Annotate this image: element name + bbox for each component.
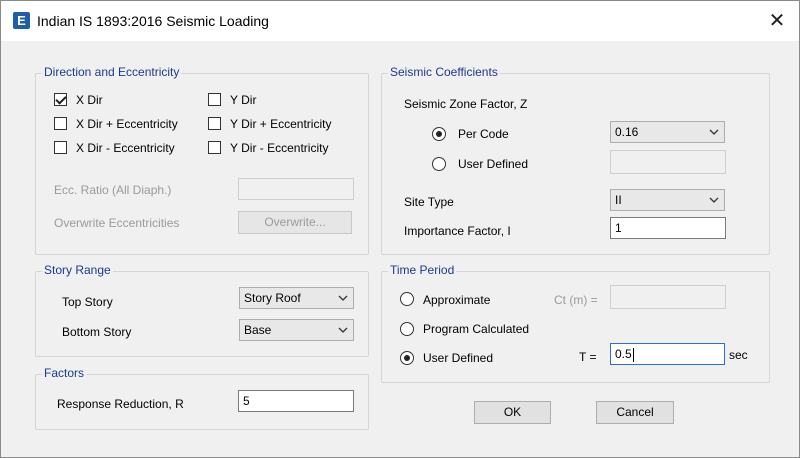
response-reduction-label: Response Reduction, R — [57, 397, 184, 411]
text-caret — [632, 347, 634, 362]
chevron-down-icon — [709, 197, 719, 203]
t-value: 0.5 — [615, 347, 632, 361]
bottom-story-value: Base — [244, 323, 272, 337]
seismic-coefficients-legend: Seismic Coefficients — [388, 65, 500, 79]
x-dir-minus-ecc-label: X Dir - Eccentricity — [76, 141, 175, 155]
user-defined-zone-radio[interactable] — [432, 157, 446, 171]
x-dir-checkbox[interactable] — [54, 93, 67, 106]
close-icon[interactable]: ✕ — [763, 7, 791, 35]
user-defined-period-radio[interactable] — [400, 351, 414, 365]
direction-eccentricity-legend: Direction and Eccentricity — [42, 65, 182, 79]
ok-button[interactable]: OK — [474, 401, 551, 424]
per-code-label: Per Code — [458, 127, 509, 141]
zone-factor-select[interactable]: 0.16 — [610, 121, 725, 143]
overwrite-eccentricities-label: Overwrite Eccentricities — [54, 216, 180, 230]
cancel-button[interactable]: Cancel — [596, 401, 674, 424]
chevron-down-icon — [709, 129, 719, 135]
program-calculated-label: Program Calculated — [423, 322, 530, 336]
x-dir-label: X Dir — [76, 93, 103, 107]
seismic-zone-factor-label: Seismic Zone Factor, Z — [404, 97, 528, 111]
user-defined-period-label: User Defined — [423, 351, 494, 365]
dialog-window: E Indian IS 1893:2016 Seismic Loading ✕ … — [0, 0, 800, 458]
t-input[interactable]: 0.5 — [610, 343, 725, 365]
x-dir-minus-ecc-checkbox[interactable] — [54, 141, 67, 154]
sec-unit-label: sec — [729, 348, 748, 362]
y-dir-minus-ecc-checkbox[interactable] — [208, 141, 221, 154]
bottom-story-select[interactable]: Base — [239, 319, 354, 341]
program-calculated-radio[interactable] — [400, 322, 414, 336]
bottom-story-label: Bottom Story — [62, 325, 132, 339]
site-type-value: II — [615, 193, 622, 207]
response-reduction-input[interactable]: 5 — [238, 390, 354, 412]
factors-legend: Factors — [42, 366, 87, 380]
chevron-down-icon — [338, 327, 348, 333]
factors-group: Factors Response Reduction, R 5 — [35, 366, 369, 430]
per-code-radio[interactable] — [432, 127, 446, 141]
ct-input[interactable] — [610, 285, 726, 309]
t-label: T = — [579, 350, 597, 364]
time-period-group: Time Period Approximate Ct (m) = Program… — [381, 263, 770, 383]
approximate-label: Approximate — [423, 293, 491, 307]
x-dir-plus-ecc-label: X Dir + Eccentricity — [76, 117, 178, 131]
approximate-radio[interactable] — [400, 292, 414, 306]
y-dir-checkbox[interactable] — [208, 93, 221, 106]
importance-factor-input[interactable]: 1 — [610, 217, 726, 239]
seismic-coefficients-group: Seismic Coefficients Seismic Zone Factor… — [381, 65, 770, 255]
user-defined-zone-label: User Defined — [458, 157, 529, 171]
top-story-select[interactable]: Story Roof — [239, 287, 354, 309]
dialog-title: Indian IS 1893:2016 Seismic Loading — [37, 13, 269, 29]
y-dir-minus-ecc-label: Y Dir - Eccentricity — [230, 141, 329, 155]
y-dir-label: Y Dir — [230, 93, 257, 107]
story-range-group: Story Range Top Story Story Roof Bottom … — [35, 263, 369, 357]
time-period-legend: Time Period — [388, 263, 457, 277]
zone-factor-value: 0.16 — [615, 125, 639, 139]
story-range-legend: Story Range — [42, 263, 113, 277]
x-dir-plus-ecc-checkbox[interactable] — [54, 117, 67, 130]
title-bar: E Indian IS 1893:2016 Seismic Loading ✕ — [1, 1, 799, 41]
overwrite-button[interactable]: Overwrite... — [238, 211, 352, 234]
chevron-down-icon — [338, 295, 348, 301]
ct-label: Ct (m) = — [554, 293, 598, 307]
top-story-value: Story Roof — [244, 291, 301, 305]
user-defined-zone-input[interactable] — [610, 150, 726, 174]
site-type-select[interactable]: II — [610, 189, 725, 211]
top-story-label: Top Story — [62, 295, 113, 309]
ecc-ratio-input[interactable] — [238, 178, 354, 200]
y-dir-plus-ecc-checkbox[interactable] — [208, 117, 221, 130]
importance-factor-label: Importance Factor, I — [404, 224, 511, 238]
site-type-label: Site Type — [404, 195, 454, 209]
y-dir-plus-ecc-label: Y Dir + Eccentricity — [230, 117, 332, 131]
ecc-ratio-label: Ecc. Ratio (All Diaph.) — [54, 183, 172, 197]
direction-eccentricity-group: Direction and Eccentricity X Dir X Dir +… — [35, 65, 369, 255]
etabs-app-icon: E — [13, 12, 30, 29]
